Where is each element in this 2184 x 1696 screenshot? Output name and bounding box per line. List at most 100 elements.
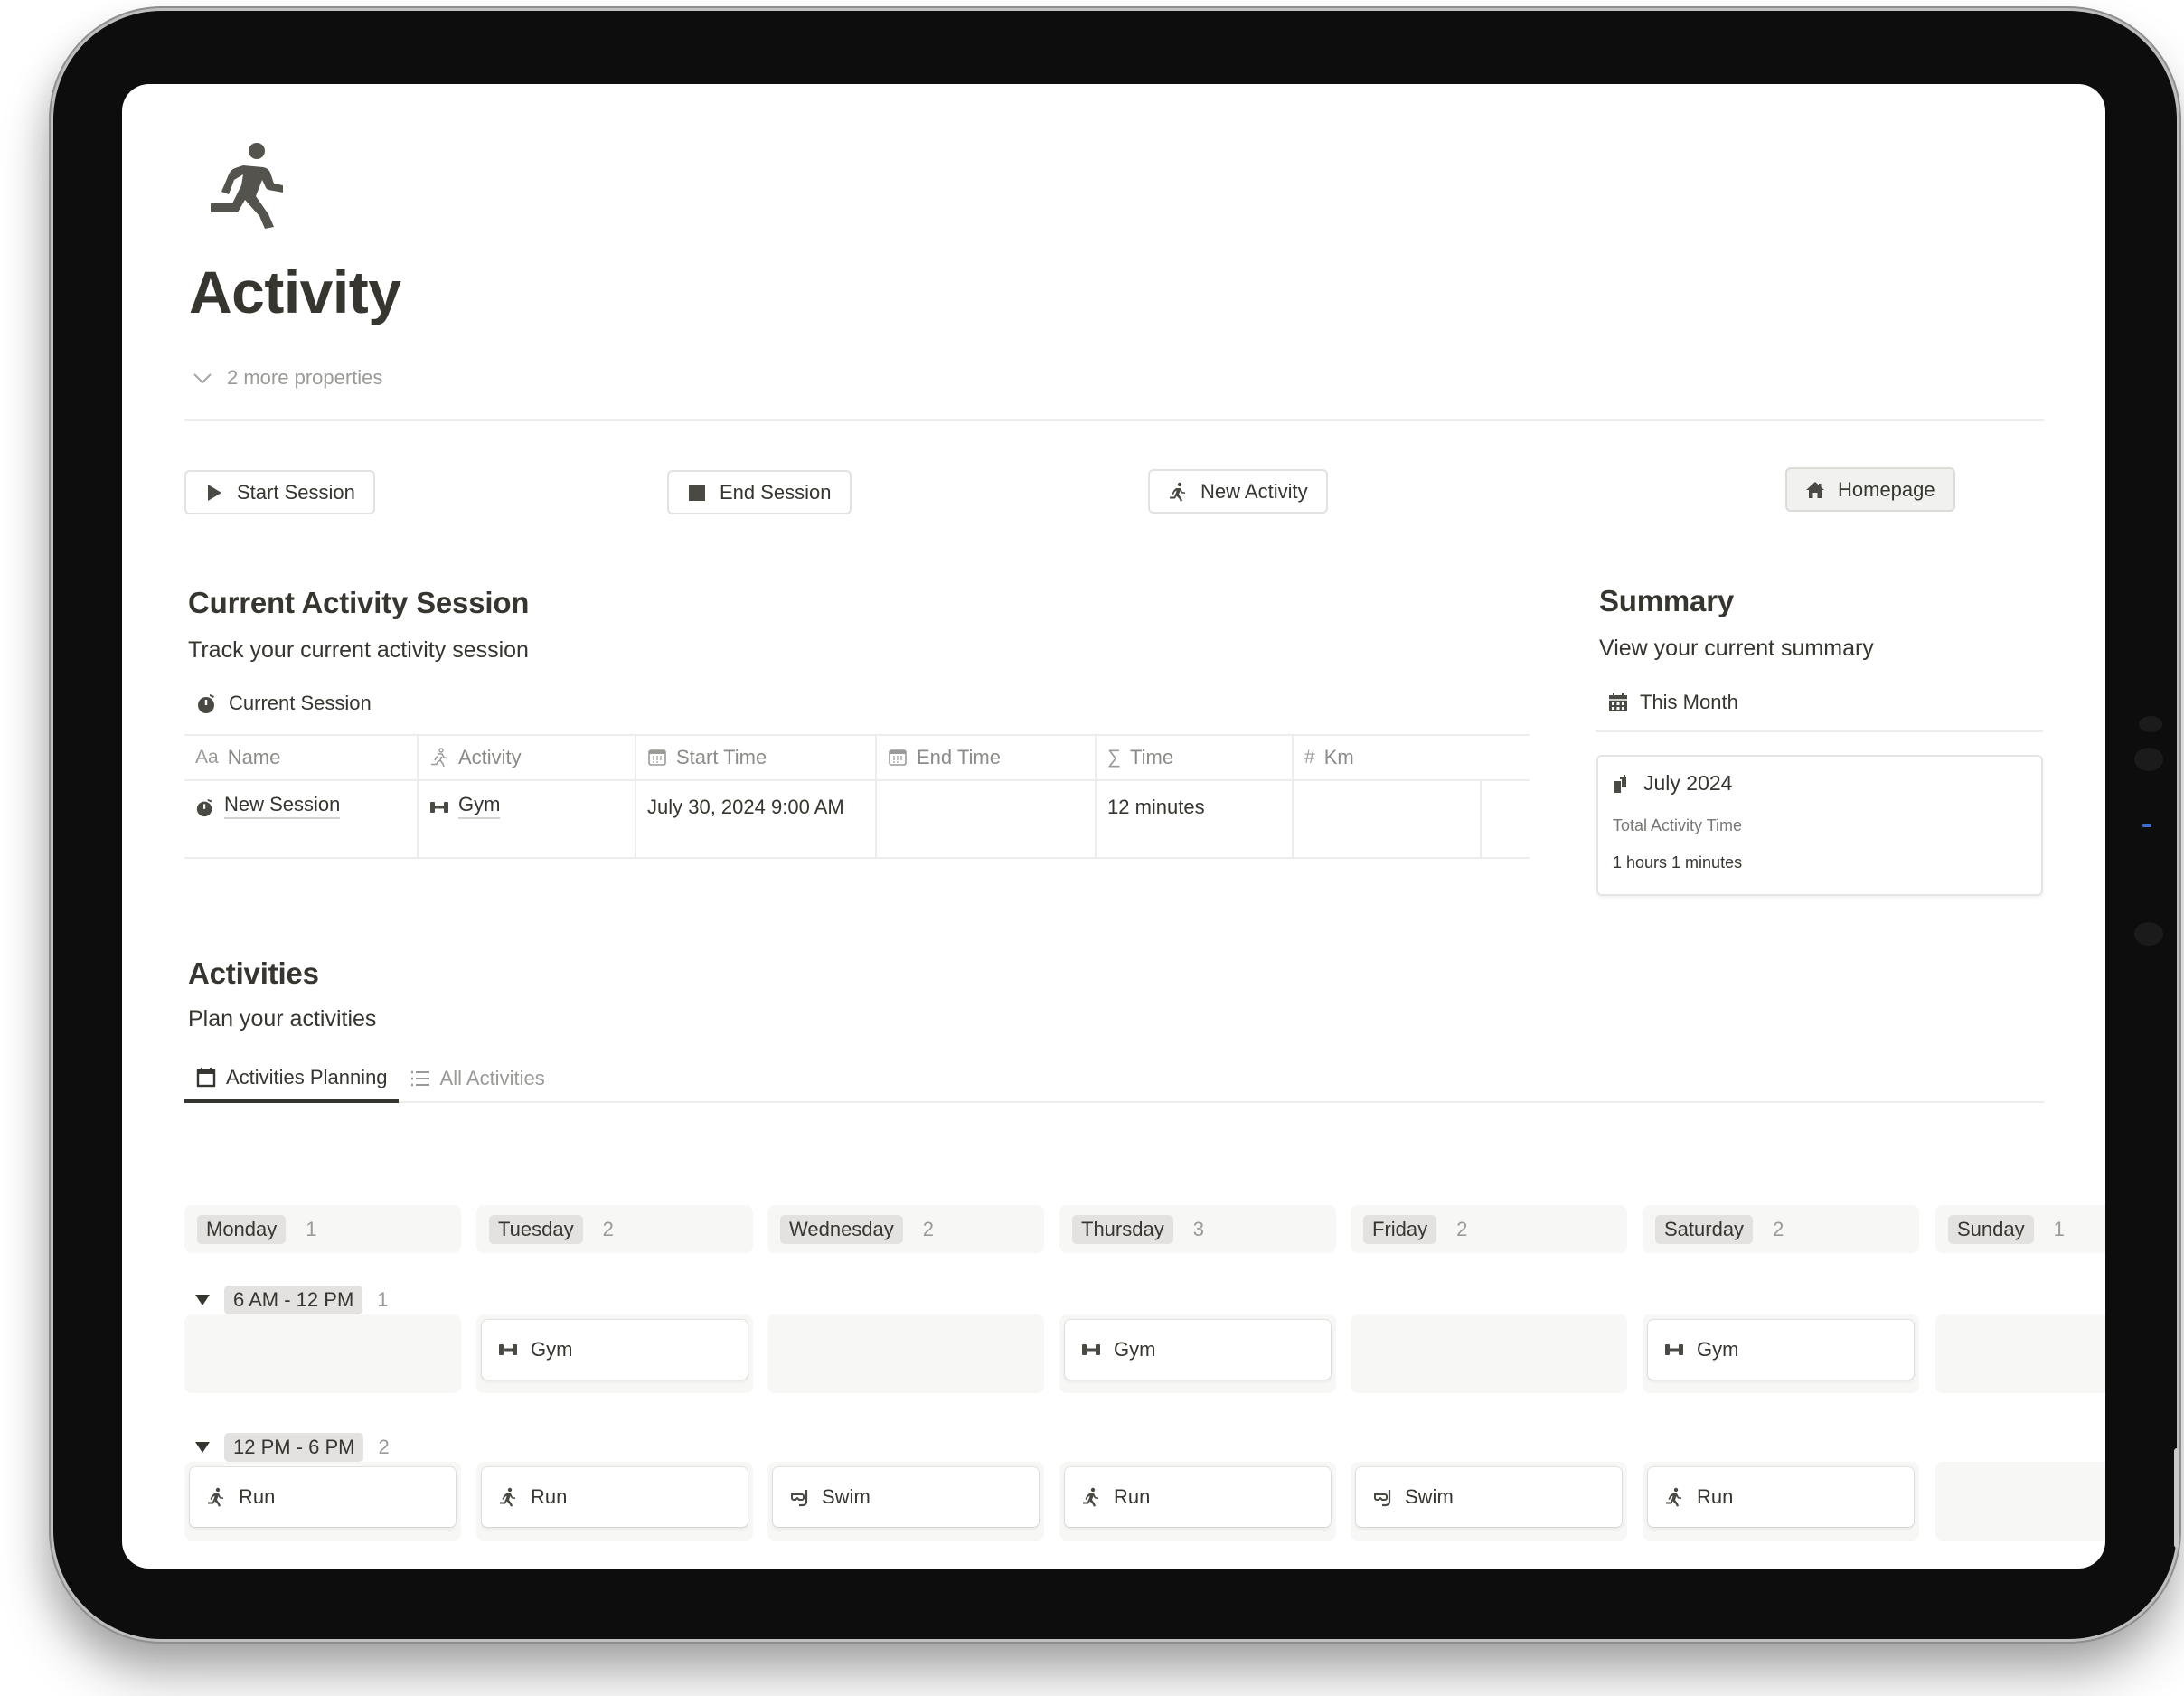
homepage-button[interactable]: Homepage [1785,467,1955,512]
board-cell[interactable] [767,1314,1044,1393]
current-session-view-tab[interactable]: Current Session [196,692,372,715]
total-activity-time-label: Total Activity Time [1613,816,1743,834]
this-month-view-tab[interactable]: This Month [1607,691,1738,714]
activity-card-label: Run [531,1485,568,1508]
day-pill: Thursday [1072,1214,1173,1244]
group-label: 6 AM - 12 PM [224,1286,363,1314]
board-cell[interactable]: Run [476,1462,753,1541]
activities-description: Plan your activities [188,1006,377,1032]
notion-page: Activity 2 more properties Start Session… [122,84,2105,1569]
more-properties-toggle[interactable]: 2 more properties [193,366,382,390]
summary-card[interactable]: July 2024 Total Activity Time 1 hours 1 … [1596,755,2043,896]
chevron-down-icon [193,373,212,384]
dumbbell-icon [499,1344,517,1355]
running-person-icon[interactable] [207,140,285,229]
board-cell[interactable] [184,1314,461,1393]
day-pill: Friday [1363,1214,1437,1244]
day-pill: Tuesday [489,1214,583,1244]
caret-down-icon[interactable] [195,1442,210,1453]
activity-card-label: Swim [1405,1485,1454,1508]
running-person-icon [1083,1487,1098,1507]
activity-card-label: Run [1114,1485,1151,1508]
column-header-time[interactable]: ∑ Time [1097,736,1294,779]
column-header-start-time[interactable]: Start Time [636,736,877,779]
column-header-activity[interactable]: Activity [419,736,636,779]
running-person-icon [500,1487,515,1507]
board-cell[interactable]: Run [1643,1462,1919,1541]
start-session-button[interactable]: Start Session [184,470,375,514]
activity-card[interactable]: Gym [482,1320,748,1380]
activity-card[interactable]: Run [1065,1467,1331,1527]
day-count: 2 [1773,1217,1784,1240]
current-session-view-label: Current Session [229,692,372,714]
board-cell[interactable]: Gym [476,1314,753,1393]
cell-km[interactable] [1294,781,1482,857]
group-header[interactable]: 6 AM - 12 PM 1 [195,1286,389,1314]
column-header-saturday[interactable]: Saturday 2 [1643,1205,1919,1253]
summary-heading: Summary [1599,584,1735,617]
activity-card[interactable]: Run [482,1467,748,1527]
activity-card[interactable]: Run [1648,1467,1914,1527]
activity-card[interactable]: Gym [1065,1320,1331,1380]
end-session-button[interactable]: End Session [667,470,852,514]
activity-card[interactable]: Swim [1356,1467,1622,1527]
column-header-wednesday[interactable]: Wednesday 2 [767,1205,1044,1253]
cell-name[interactable]: New Session [184,781,419,857]
board-cell[interactable] [1935,1462,2105,1541]
board-cell[interactable]: Swim [1351,1462,1627,1541]
day-count: 3 [1192,1217,1204,1240]
board-cell[interactable]: Gym [1643,1314,1919,1393]
summary-description: View your current summary [1599,636,1874,661]
cell-end-time[interactable] [877,781,1097,857]
column-header-thursday[interactable]: Thursday 3 [1059,1205,1336,1253]
table-row[interactable]: New Session Gym July 30, 2024 9:00 AM 12… [184,781,1530,859]
group-count: 2 [378,1436,390,1458]
column-header-sunday[interactable]: Sunday 1 [1935,1205,2105,1253]
running-person-icon [1170,482,1185,501]
column-header-km[interactable]: # Km [1294,736,1530,779]
day-pill: Saturday [1655,1214,1754,1244]
column-label: Km [1323,746,1354,768]
day-pill: Wednesday [780,1214,903,1244]
cell-activity[interactable]: Gym [419,781,636,857]
dumbbell-icon [430,802,448,813]
column-label: Time [1129,746,1174,768]
activity-relation-link[interactable]: Gym [458,792,501,819]
tab-activities-planning[interactable]: Activities Planning [184,1056,399,1103]
current-session-description: Track your current activity session [188,637,529,663]
cell-time[interactable]: 12 minutes [1097,781,1294,857]
column-label: Start Time [676,746,767,768]
activity-card[interactable]: Run [190,1467,456,1527]
activity-card[interactable]: Gym [1648,1320,1914,1380]
column-header-friday[interactable]: Friday 2 [1351,1205,1627,1253]
number-icon: # [1304,747,1315,768]
page-title[interactable]: Activity [189,258,401,326]
house-icon [1806,481,1824,498]
activity-card-label: Run [239,1485,276,1508]
board-cell[interactable]: Swim [767,1462,1044,1541]
tab-all-activities[interactable]: All Activities [399,1056,556,1101]
column-header-name[interactable]: Aa Name [184,736,419,779]
caret-down-icon[interactable] [195,1295,210,1305]
group-header[interactable]: 12 PM - 6 PM 2 [195,1433,390,1462]
activity-card-label: Gym [1114,1338,1156,1361]
documents-icon [1614,774,1626,793]
column-header-tuesday[interactable]: Tuesday 2 [476,1205,753,1253]
session-name-link[interactable]: New Session [224,792,341,819]
summary-card-title-text: July 2024 [1643,771,1733,795]
column-label: End Time [917,746,1001,768]
activity-card-label: Swim [822,1485,871,1508]
homepage-label: Homepage [1838,477,1935,501]
board-cell[interactable]: Run [1059,1462,1336,1541]
column-header-end-time[interactable]: End Time [877,736,1097,779]
column-header-monday[interactable]: Monday 1 [184,1205,461,1253]
new-activity-button[interactable]: New Activity [1148,469,1328,514]
cell-start-time[interactable]: July 30, 2024 9:00 AM [636,781,877,857]
board-cell[interactable]: Run [184,1462,461,1541]
group-count: 1 [377,1288,389,1311]
activity-card[interactable]: Swim [773,1467,1039,1527]
cell-add-column[interactable] [1482,781,1530,857]
board-cell[interactable] [1935,1314,2105,1393]
board-cell[interactable]: Gym [1059,1314,1336,1393]
board-cell[interactable] [1351,1314,1627,1393]
